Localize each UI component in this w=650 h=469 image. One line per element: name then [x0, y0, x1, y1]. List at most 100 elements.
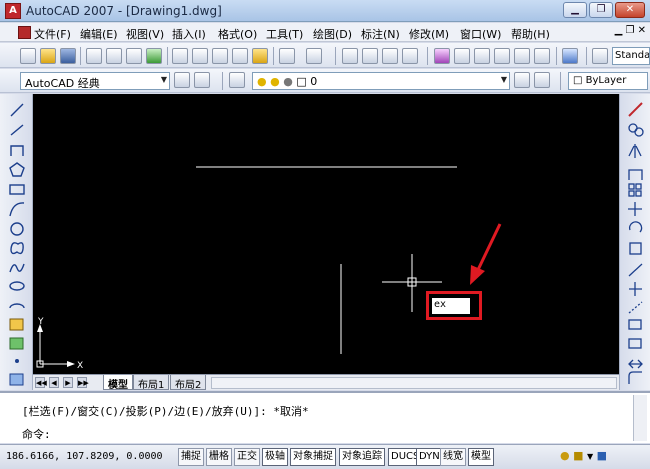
modify-toolbar-icons — [628, 102, 644, 384]
menu-format[interactable]: 格式(O) — [218, 26, 257, 42]
layer-previous-icon[interactable] — [534, 72, 550, 88]
block-editor-icon[interactable] — [252, 48, 268, 64]
help-icon[interactable] — [562, 48, 578, 64]
menu-edit[interactable]: 编辑(E) — [80, 26, 118, 42]
minimize-button[interactable]: ▁ — [563, 2, 587, 18]
close-button[interactable]: ✕ — [615, 2, 645, 18]
copy-icon[interactable] — [192, 48, 208, 64]
mirror-icon — [628, 144, 642, 158]
draw-toolbar-icons — [9, 103, 25, 386]
maximize-button[interactable]: ❐ — [589, 2, 613, 18]
match-properties-icon[interactable] — [232, 48, 248, 64]
status-tray: ● ■ ▼ ■ — [560, 449, 607, 462]
document-window-controls[interactable]: ▁ ❐ ✕ — [615, 25, 646, 36]
horizontal-scrollbar[interactable] — [211, 377, 617, 389]
print-icon[interactable] — [86, 48, 102, 64]
document-icon[interactable] — [18, 26, 31, 39]
rotate-icon — [628, 221, 643, 233]
color-control-select[interactable]: □ ByLayer — [568, 72, 648, 90]
polar-toggle[interactable]: 极轴 — [262, 448, 288, 466]
publish-icon[interactable] — [126, 48, 142, 64]
lightbulb-icon: ● — [257, 75, 267, 88]
menu-modify[interactable]: 修改(M) — [409, 26, 449, 42]
print-preview-icon[interactable] — [106, 48, 122, 64]
paste-icon[interactable] — [212, 48, 228, 64]
tool-palettes-icon[interactable] — [474, 48, 490, 64]
sun-icon: ● — [270, 75, 280, 88]
zoom-previous-icon[interactable] — [402, 48, 418, 64]
ellipse-icon — [9, 281, 25, 291]
drawing-canvas[interactable]: Y X ex — [33, 94, 619, 374]
join-icon — [628, 338, 642, 349]
properties-icon[interactable] — [434, 48, 450, 64]
undo-icon[interactable] — [279, 48, 295, 64]
sheet-set-icon[interactable] — [494, 48, 510, 64]
markup-icon[interactable] — [514, 48, 530, 64]
cut-icon[interactable] — [172, 48, 188, 64]
clean-screen-icon[interactable]: ■ — [597, 449, 607, 462]
menu-view[interactable]: 视图(V) — [126, 26, 164, 42]
layer-manager-icon[interactable] — [229, 72, 245, 88]
ortho-toggle[interactable]: 正交 — [234, 448, 260, 466]
text-style-select[interactable]: Standa — [612, 47, 650, 65]
workspace-settings-icon[interactable] — [174, 72, 190, 88]
tab-layout1[interactable]: 布局1 — [133, 375, 170, 391]
menu-dimension[interactable]: 标注(N) — [361, 26, 400, 42]
command-prompt[interactable]: 命令: — [22, 426, 51, 442]
plot-icon[interactable] — [146, 48, 162, 64]
standard-toolbar: Standa — [0, 43, 650, 68]
design-center-icon[interactable] — [454, 48, 470, 64]
chevron-down-icon[interactable]: ▼ — [587, 452, 593, 461]
tab-layout2[interactable]: 布局2 — [170, 375, 207, 391]
lineweight-toggle[interactable]: 线宽 — [440, 448, 466, 466]
autocad-app-icon[interactable]: A — [5, 3, 21, 19]
make-object-layer-current-icon[interactable] — [514, 72, 530, 88]
chevron-down-icon: ▼ — [500, 75, 507, 84]
zoom-window-icon[interactable] — [382, 48, 398, 64]
snap-toggle[interactable]: 捕捉 — [178, 448, 204, 466]
previous-tab-button[interactable]: ◀ — [49, 377, 59, 388]
workspace-select[interactable]: AutoCAD 经典 ▼ — [20, 72, 170, 90]
layer-color-swatch-icon: □ — [296, 75, 307, 88]
layout-tab-bar: ◀◀ ◀ ▶ ▶▶ 模型 布局1 布局2 — [33, 374, 619, 391]
next-tab-button[interactable]: ▶ — [63, 377, 73, 388]
move-icon — [628, 202, 642, 216]
menu-help[interactable]: 帮助(H) — [511, 26, 550, 42]
lock-icon[interactable]: ■ — [573, 449, 583, 462]
communication-center-icon[interactable]: ● — [560, 449, 570, 462]
workspace-save-icon[interactable] — [194, 72, 210, 88]
coordinate-readout[interactable]: 186.6166, 107.8209, 0.0000 — [6, 451, 163, 462]
menu-file[interactable]: 文件(F) — [34, 26, 71, 42]
layer-name: 0 — [310, 75, 318, 88]
first-tab-button[interactable]: ◀◀ — [35, 377, 47, 388]
scale-icon — [629, 242, 642, 255]
otrack-toggle[interactable]: 对象追踪 — [339, 448, 385, 466]
command-window[interactable]: [栏选(F)/窗交(C)/投影(P)/边(E)/放弃(U)]: *取消* 命令: — [0, 391, 650, 443]
model-space-toggle[interactable]: 模型 — [468, 448, 494, 466]
dynamic-input-field[interactable]: ex — [432, 298, 470, 314]
menu-draw[interactable]: 绘图(D) — [313, 26, 352, 42]
pan-icon[interactable] — [342, 48, 358, 64]
polygon-icon — [9, 162, 25, 177]
text-style-icon[interactable] — [592, 48, 608, 64]
open-file-icon[interactable] — [40, 48, 56, 64]
zoom-realtime-icon[interactable] — [362, 48, 378, 64]
menu-window[interactable]: 窗口(W) — [460, 26, 501, 42]
redo-icon[interactable] — [306, 48, 322, 64]
dyn-toggle[interactable]: DYN — [416, 448, 443, 466]
new-file-icon[interactable] — [20, 48, 36, 64]
save-icon[interactable] — [60, 48, 76, 64]
menu-tools[interactable]: 工具(T) — [266, 26, 303, 42]
chevron-down-icon: ▼ — [160, 75, 167, 84]
layer-select[interactable]: ● ● ● □ 0 ▼ — [252, 72, 510, 90]
command-scrollbar[interactable] — [633, 395, 647, 441]
last-tab-button[interactable]: ▶▶ — [77, 377, 89, 388]
ucs-icon: Y X — [36, 317, 83, 371]
hatch-icon — [9, 373, 24, 386]
grid-toggle[interactable]: 栅格 — [206, 448, 232, 466]
calculator-icon[interactable] — [534, 48, 550, 64]
point-icon — [15, 359, 19, 363]
tab-model[interactable]: 模型 — [103, 375, 133, 391]
osnap-toggle[interactable]: 对象捕捉 — [290, 448, 336, 466]
menu-insert[interactable]: 插入(I) — [172, 26, 206, 42]
